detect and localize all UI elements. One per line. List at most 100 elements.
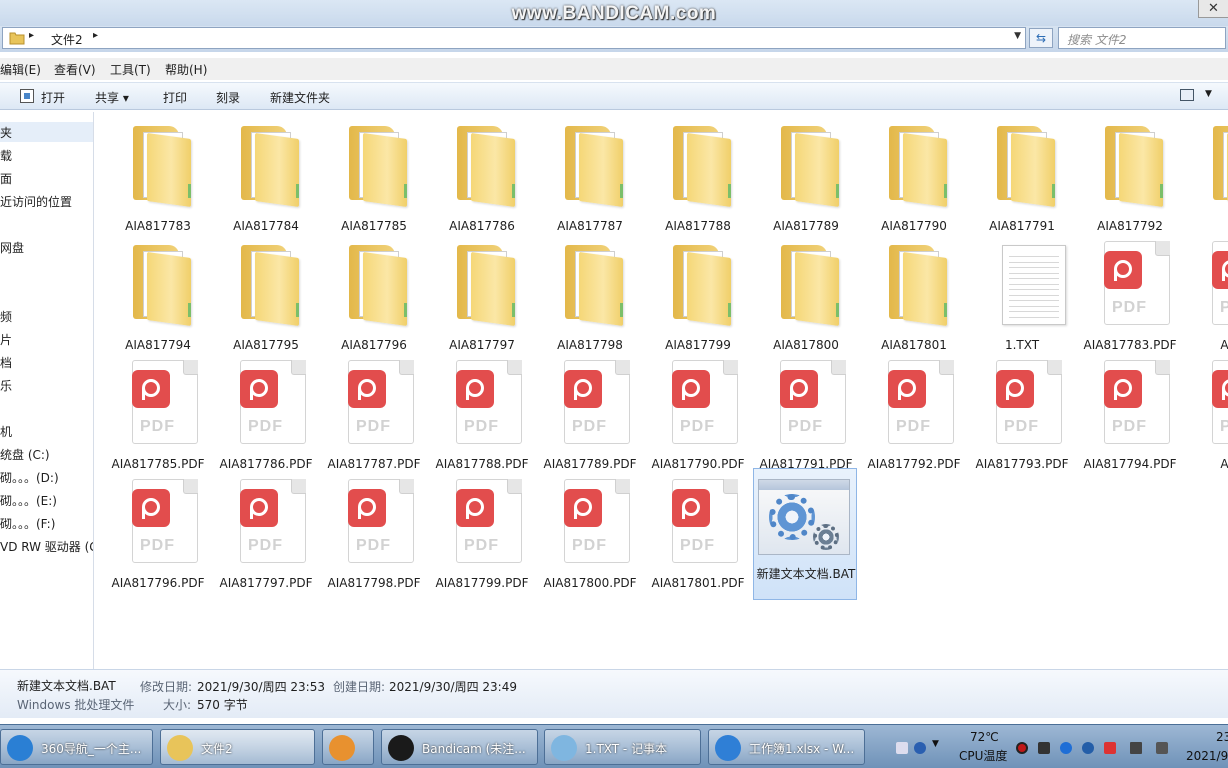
nav-item-music[interactable]: 乐 bbox=[0, 377, 12, 394]
address-history-dropdown-icon[interactable]: ▼ bbox=[1014, 31, 1021, 41]
file-item[interactable]: PDF AIA817785.PDF bbox=[106, 354, 210, 471]
nav-item-downloads[interactable]: 载 bbox=[0, 147, 12, 164]
menu-edit[interactable]: 编辑(E) bbox=[0, 61, 41, 78]
file-item[interactable]: PDF AIA817791.PDF bbox=[754, 354, 858, 471]
folder-item[interactable]: AIA817791 bbox=[970, 116, 1074, 233]
help-icon[interactable] bbox=[914, 742, 926, 754]
file-item[interactable]: PDF AIA817786.PDF bbox=[214, 354, 318, 471]
nav-item-drive-f[interactable]: 砌。。。(F:) bbox=[0, 515, 55, 532]
file-item[interactable]: 新建文本文档.BAT bbox=[753, 468, 857, 600]
nav-item-pictures[interactable]: 片 bbox=[0, 331, 12, 348]
breadcrumb-chevron-icon[interactable]: ▸ bbox=[29, 30, 34, 41]
print-button[interactable]: 打印 bbox=[163, 89, 187, 106]
nav-item-videos[interactable]: 频 bbox=[0, 308, 12, 325]
folder-item[interactable]: AIA817785 bbox=[322, 116, 426, 233]
folder-item[interactable]: AIA817792 bbox=[1078, 116, 1182, 233]
file-item[interactable]: PDF AIA817793.PDF bbox=[970, 354, 1074, 471]
camera-icon[interactable] bbox=[1038, 742, 1050, 754]
refresh-button[interactable]: ⇆ bbox=[1029, 28, 1053, 48]
nav-item-computer[interactable]: 机 bbox=[0, 423, 12, 440]
nav-item-cloud-disk[interactable]: 网盘 bbox=[0, 239, 24, 256]
search-input[interactable]: 搜索 文件2 bbox=[1058, 27, 1226, 49]
folder-item[interactable]: AIA817801 bbox=[862, 235, 966, 352]
nav-item-documents[interactable]: 档 bbox=[0, 354, 12, 371]
nav-item-dvd-drive-g[interactable]: VD RW 驱动器 (G bbox=[0, 538, 93, 555]
task-notepad[interactable]: 1.TXT - 记事本 bbox=[544, 729, 701, 765]
task-spreadsheet[interactable]: 工作簿1.xlsx - W... bbox=[708, 729, 865, 765]
file-name-label: AIA817800.PDF bbox=[543, 576, 637, 590]
open-button[interactable]: 打开 bbox=[41, 89, 65, 106]
folder-item[interactable]: AIA817796 bbox=[322, 235, 426, 352]
folder-item[interactable]: AIA bbox=[1186, 116, 1228, 232]
folder-item[interactable]: AIA817789 bbox=[754, 116, 858, 233]
folder-icon bbox=[128, 122, 191, 208]
share-button[interactable]: 共享 ▾ bbox=[95, 89, 129, 106]
file-item[interactable]: PDF AIA817790.PDF bbox=[646, 354, 750, 471]
nav-item-desktop[interactable]: 面 bbox=[0, 170, 12, 187]
nav-item-drive-d[interactable]: 砌。。。(D:) bbox=[0, 469, 59, 486]
folder-item[interactable]: AIA817800 bbox=[754, 235, 858, 352]
tray-expand-icon[interactable]: ▼ bbox=[932, 739, 939, 749]
folder-item[interactable]: AIA817795 bbox=[214, 235, 318, 352]
usb-device-icon[interactable] bbox=[1104, 742, 1116, 754]
nav-item-favorites[interactable]: 夹 bbox=[0, 122, 93, 142]
breadcrumb-current[interactable]: 文件2 bbox=[51, 31, 83, 48]
pdf-file-icon: PDF bbox=[344, 479, 414, 563]
file-item[interactable]: PDF AIA817792.PDF bbox=[862, 354, 966, 471]
file-item[interactable]: PDF AIA817797.PDF bbox=[214, 473, 318, 590]
new-folder-button[interactable]: 新建文件夹 bbox=[270, 89, 330, 106]
pdf-icon-text: PDF bbox=[1112, 418, 1147, 435]
record-indicator-icon[interactable] bbox=[1016, 742, 1028, 754]
view-options-icon[interactable] bbox=[1180, 89, 1194, 101]
file-item[interactable]: PDF AIA817794.PDF bbox=[1078, 354, 1182, 471]
menu-tools[interactable]: 工具(T) bbox=[110, 61, 151, 78]
folder-item[interactable]: AIA817783 bbox=[106, 116, 210, 233]
file-item[interactable]: 1.TXT bbox=[970, 235, 1074, 352]
file-item[interactable]: PDF AIA81 bbox=[1186, 235, 1228, 352]
clock-date[interactable]: 2021/9 bbox=[1186, 749, 1228, 763]
file-item[interactable]: PDF AIA817801.PDF bbox=[646, 473, 750, 590]
clock-time[interactable]: 23 bbox=[1216, 730, 1228, 744]
folder-item[interactable]: AIA817798 bbox=[538, 235, 642, 352]
task-bandicam[interactable]: Bandicam (未注... bbox=[381, 729, 538, 765]
file-item[interactable]: PDF AIA817799.PDF bbox=[430, 473, 534, 590]
folder-item[interactable]: AIA817787 bbox=[538, 116, 642, 233]
bluetooth-icon[interactable] bbox=[1082, 742, 1094, 754]
menu-view[interactable]: 查看(V) bbox=[54, 61, 96, 78]
volume-icon[interactable] bbox=[1156, 742, 1168, 754]
nav-item-drive-e[interactable]: 砌。。。(E:) bbox=[0, 492, 57, 509]
file-name-label: 1.TXT bbox=[1004, 338, 1040, 352]
file-item[interactable]: PDF AIA817787.PDF bbox=[322, 354, 426, 471]
folder-item[interactable]: AIA817784 bbox=[214, 116, 318, 233]
network-signal-icon[interactable] bbox=[1130, 742, 1142, 754]
menu-help[interactable]: 帮助(H) bbox=[165, 61, 207, 78]
file-item[interactable]: PDF AIA817788.PDF bbox=[430, 354, 534, 471]
folder-item[interactable]: AIA817788 bbox=[646, 116, 750, 233]
folder-item[interactable]: AIA817799 bbox=[646, 235, 750, 352]
breadcrumb-chevron-icon[interactable]: ▸ bbox=[93, 30, 98, 41]
folder-item[interactable]: AIA817790 bbox=[862, 116, 966, 233]
file-item[interactable]: PDF AIA817789.PDF bbox=[538, 354, 642, 471]
task-explorer-folder[interactable]: 文件2 bbox=[160, 729, 315, 765]
security-icon[interactable] bbox=[1060, 742, 1072, 754]
nav-item-drive-c[interactable]: 统盘 (C:) bbox=[0, 446, 50, 463]
folder-item[interactable]: AIA817786 bbox=[430, 116, 534, 233]
folder-item[interactable]: AIA817797 bbox=[430, 235, 534, 352]
task-360-browser[interactable]: 360导航_一个主... bbox=[0, 729, 153, 765]
close-window-button[interactable]: ✕ bbox=[1198, 0, 1228, 18]
file-item[interactable]: PDF AIA817798.PDF bbox=[322, 473, 426, 590]
file-name-label: AIA817792.PDF bbox=[867, 457, 961, 471]
burn-button[interactable]: 刻录 bbox=[216, 89, 240, 106]
keyboard-icon[interactable] bbox=[896, 742, 908, 754]
file-item[interactable]: PDF AIA817783.PDF bbox=[1078, 235, 1182, 352]
file-item[interactable]: PDF AIA81 bbox=[1186, 354, 1228, 471]
folder-icon bbox=[884, 241, 947, 327]
address-bar[interactable]: ▸ 文件2 ▸ ▼ bbox=[2, 27, 1026, 49]
task-media-player[interactable] bbox=[322, 729, 374, 765]
view-dropdown-icon[interactable]: ▼ bbox=[1205, 89, 1212, 99]
file-item[interactable]: PDF AIA817800.PDF bbox=[538, 473, 642, 590]
nav-item-recent-places[interactable]: 近访问的位置 bbox=[0, 193, 72, 210]
file-list-area[interactable]: AIA817783 AIA817784 AIA817785 AIA817786 AIA8… bbox=[95, 112, 1228, 669]
file-item[interactable]: PDF AIA817796.PDF bbox=[106, 473, 210, 590]
folder-item[interactable]: AIA817794 bbox=[106, 235, 210, 352]
